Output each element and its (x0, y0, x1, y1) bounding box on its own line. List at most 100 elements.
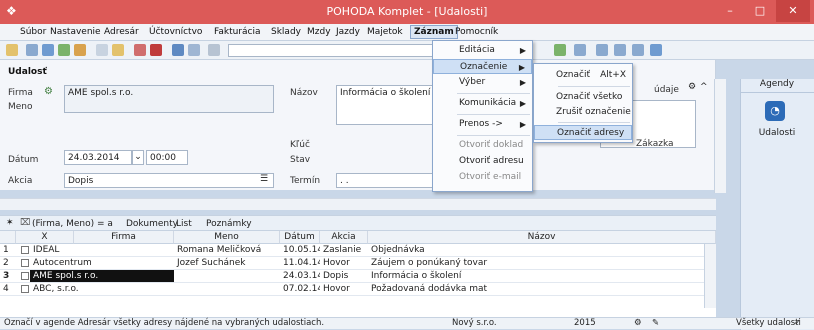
row-number: 1 (3, 245, 9, 255)
table-icon[interactable] (596, 44, 608, 56)
cell-firma: Autocentrum (33, 258, 92, 268)
layout-icon[interactable] (614, 44, 626, 56)
menu-nastavenie[interactable]: Nastavenie (50, 27, 101, 37)
akcia-list-icon[interactable]: ☰ (260, 174, 268, 184)
cell-nazov: Informácia o školení (371, 271, 462, 281)
menu-item-editacia[interactable]: Editácia ▶ (433, 43, 532, 58)
help-icon[interactable] (650, 44, 662, 56)
delete-icon[interactable] (150, 44, 162, 56)
menu-item-komunikacia[interactable]: Komunikácia ▶ (433, 96, 532, 111)
quick-search-input[interactable] (228, 44, 434, 57)
view-icon[interactable] (632, 44, 644, 56)
col-datum[interactable]: Dátum (280, 231, 320, 244)
menu-item-oznacenie[interactable]: Označenie ▶ (433, 59, 532, 74)
iban-icon[interactable] (574, 44, 586, 56)
menu-item-prenos[interactable]: Prenos -> ▶ (433, 117, 532, 132)
export-icon[interactable] (58, 44, 70, 56)
close-button[interactable]: ✕ (776, 0, 810, 22)
menu-majetok[interactable]: Majetok (367, 27, 403, 37)
menu-fakturacia[interactable]: Fakturácia (214, 27, 261, 37)
minimize-button[interactable]: – (716, 0, 744, 22)
menu-jazdy[interactable]: Jazdy (336, 27, 360, 37)
cell-meno (174, 283, 280, 295)
menu-item-vyber[interactable]: Výber ▶ (433, 75, 532, 90)
menu-adresar[interactable]: Adresár (104, 27, 139, 37)
menu-sklady[interactable]: Sklady (271, 27, 301, 37)
menu-item-oznacit-adresy[interactable]: Označiť adresy (534, 125, 632, 140)
new-record-icon[interactable] (96, 44, 108, 56)
col-akcia[interactable]: Akcia (320, 231, 368, 244)
menu-oznacenie-submenu: Označiť Alt+X Označiť všetko Zrušiť označ… (533, 63, 633, 143)
maximize-button[interactable]: □ (746, 0, 774, 22)
firma-label: Firma (8, 88, 33, 98)
time-input[interactable]: 00:00 (146, 150, 188, 165)
menu-zaznam[interactable]: Záznam (410, 25, 458, 39)
cell-meno: Jozef Suchánek (177, 258, 246, 268)
menu-subor[interactable]: Súbor (20, 27, 46, 37)
menu-pomocnik[interactable]: Pomocník (455, 27, 498, 37)
agenda-udalosti[interactable]: Udalosti (748, 128, 806, 138)
import-icon[interactable] (74, 44, 86, 56)
cancel-icon[interactable] (188, 44, 200, 56)
table-vertical-scrollbar[interactable] (704, 244, 716, 308)
col-x[interactable]: X (16, 231, 74, 244)
menu-uctovnictvo[interactable]: Účtovníctvo (149, 27, 202, 37)
status-year[interactable]: 2015 (574, 318, 596, 329)
termin-label: Termín (290, 176, 321, 186)
status-message: Označí v agende Adresár všetky adresy ná… (4, 318, 325, 328)
zakazka-label: Zákazka (636, 139, 674, 149)
open-icon[interactable] (6, 44, 18, 56)
form-vertical-scrollbar[interactable] (714, 79, 726, 193)
status-check-icon[interactable]: ✓ (794, 318, 801, 329)
add-icon[interactable] (134, 44, 146, 56)
table-row[interactable]: 4 ABC, s.r.o. 07.02.14 Hovor Požadovaná … (0, 283, 716, 296)
meno-label: Meno (8, 102, 33, 112)
tab-list[interactable]: List (176, 219, 192, 229)
collapse-icon[interactable]: ^ (700, 82, 708, 92)
table-row[interactable]: 1 IDEAL Romana Meličková 10.05.14 Zaslan… (0, 244, 716, 257)
calc-icon[interactable] (554, 44, 566, 56)
preview-icon[interactable] (42, 44, 54, 56)
datum-input[interactable]: 24.03.2014 (64, 150, 132, 165)
stav-label: Stav (290, 155, 311, 165)
horizontal-scrollbar[interactable] (0, 198, 716, 210)
filter-text[interactable]: (Firma, Meno) = a (32, 219, 113, 229)
udalosti-icon[interactable]: ◔ (765, 101, 785, 121)
cell-nazov: Záujem o ponúkaný tovar (371, 258, 488, 268)
status-settings-icon[interactable]: ⚙ (634, 318, 642, 329)
menu-item-otvorit-adresu[interactable]: Otvoriť adresu (433, 154, 532, 169)
menu-mzdy[interactable]: Mzdy (307, 27, 331, 37)
table-row-selected[interactable]: 3 AME spol.s r.o. 24.03.14 Dopis Informá… (0, 270, 716, 283)
status-company[interactable]: Nový s.r.o. (452, 318, 497, 329)
menu-item-zrusit-oznacenie[interactable]: Zrušiť označenie (534, 105, 632, 120)
calendar-dropdown-button[interactable]: ⌄ (132, 150, 144, 165)
copy-icon[interactable] (208, 44, 220, 56)
row-number: 4 (3, 284, 9, 294)
cell-datum: 07.02.14 (283, 284, 320, 294)
status-pen-icon[interactable]: ✎ (652, 318, 659, 329)
settings-icon[interactable]: ⚙ (688, 82, 696, 92)
menu-item-oznacit-vsetko[interactable]: Označiť všetko (534, 90, 632, 105)
table-row[interactable]: 2 Autocentrum Jozef Suchánek 11.04.14 Ho… (0, 257, 716, 270)
tab-poznamky[interactable]: Poznámky (206, 219, 252, 229)
tab-dokumenty[interactable]: Dokumenty (126, 219, 178, 229)
cell-meno (174, 270, 280, 282)
nazov-input[interactable]: Informácia o školení (336, 85, 436, 125)
akcia-select[interactable]: Dopis (64, 173, 274, 188)
print-icon[interactable] (26, 44, 38, 56)
save-icon[interactable] (172, 44, 184, 56)
row-header-col (0, 231, 16, 244)
col-firma[interactable]: Firma (74, 231, 174, 244)
records-table: X Firma Meno Dátum Akcia Názov 1 IDEAL R… (0, 231, 716, 321)
col-nazov[interactable]: Názov (368, 231, 716, 244)
cell-firma: AME spol.s r.o. (30, 270, 174, 282)
menu-item-oznacit[interactable]: Označiť Alt+X (534, 68, 632, 83)
address-book-icon[interactable]: ⚙ (44, 86, 53, 97)
window-title: POHODA Komplet - [Udalosti] (326, 5, 488, 18)
termin-input[interactable]: . . (336, 173, 436, 188)
star-icon[interactable]: ✶ (6, 218, 14, 228)
col-meno[interactable]: Meno (174, 231, 280, 244)
firma-field[interactable]: AME spol.s r.o. (64, 85, 274, 113)
status-mode[interactable]: Všetky udalosti (736, 318, 801, 329)
edit-icon[interactable] (112, 44, 124, 56)
